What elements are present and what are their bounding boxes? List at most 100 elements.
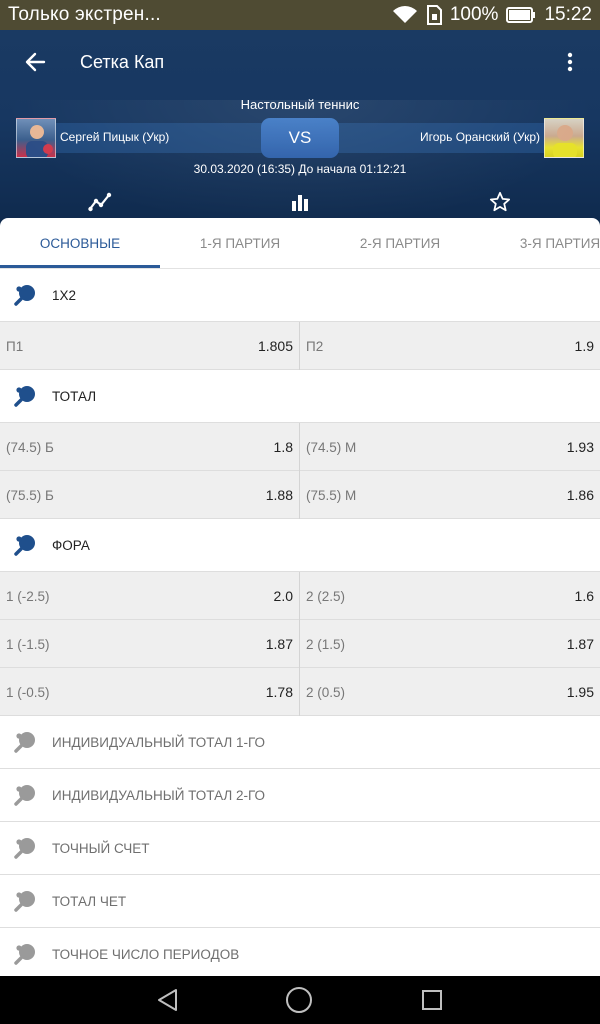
nav-back-icon[interactable]	[154, 986, 182, 1014]
player1-name: Сергей Пицык (Укр)	[60, 130, 170, 144]
battery-icon	[506, 6, 536, 24]
ping-pong-icon	[0, 769, 52, 822]
market-title: ТОТАЛ ЧЕТ	[52, 893, 127, 909]
more-options-button[interactable]	[558, 50, 582, 74]
market-header-total[interactable]: ТОТАЛ	[0, 370, 600, 423]
odds-value: 1.6	[574, 588, 594, 604]
match-datetime: 30.03.2020 (16:35) До начала 01:12:21	[193, 162, 407, 176]
odds-row: (74.5) Б 1.8 (74.5) М 1.93	[0, 423, 600, 471]
odds-value: 1.78	[265, 684, 293, 700]
odds-value: 2.0	[273, 588, 293, 604]
odds-row: 1 (-1.5) 1.87 2 (1.5) 1.87	[0, 620, 600, 668]
sim-card-icon	[426, 5, 442, 25]
market-title: 1X2	[52, 287, 77, 303]
odds-value: 1.95	[566, 684, 594, 700]
tab-main[interactable]: ОСНОВНЫЕ	[0, 218, 160, 269]
market-title: ТОЧНОЕ ЧИСЛО ПЕРИОДОВ	[52, 946, 240, 962]
vs-badge: VS	[261, 118, 339, 158]
odds-cell[interactable]: 1 (-1.5) 1.87	[0, 620, 300, 668]
status-icons: 100% 15:22	[392, 4, 592, 26]
markets-card: ОСНОВНЫЕ 1-Я ПАРТИЯ 2-Я ПАРТИЯ 3-Я ПАРТИ…	[0, 218, 600, 976]
odds-label: 1 (-1.5)	[6, 636, 50, 652]
more-vert-icon	[567, 52, 573, 72]
ping-pong-icon	[0, 370, 52, 423]
ping-pong-icon	[0, 716, 52, 769]
tab-bar: ОСНОВНЫЕ 1-Я ПАРТИЯ 2-Я ПАРТИЯ 3-Я ПАРТИ…	[0, 218, 600, 269]
odds-cell[interactable]: 2 (2.5) 1.6	[300, 572, 600, 620]
battery-percent: 100%	[449, 4, 499, 25]
odds-cell[interactable]: 1 (-2.5) 2.0	[0, 572, 300, 620]
odds-row: П1 1.805 П2 1.9	[0, 322, 600, 370]
odds-label: 1 (-0.5)	[6, 684, 50, 700]
player2-name: Игорь Оранский (Укр)	[420, 130, 540, 144]
ping-pong-icon	[0, 822, 52, 875]
player2-avatar	[544, 118, 584, 158]
odds-label: (74.5) М	[306, 439, 357, 455]
odds-cell[interactable]: (74.5) Б 1.8	[0, 423, 300, 471]
match-header: Сетка Кап Настольный теннис Сергей Пицык…	[0, 30, 600, 226]
odds-label: 2 (2.5)	[306, 588, 346, 604]
odds-cell[interactable]: (75.5) М 1.86	[300, 471, 600, 519]
line-chart-icon[interactable]	[86, 188, 114, 216]
market-title: ТОЧНЫЙ СЧЕТ	[52, 840, 150, 856]
system-nav-bar	[0, 976, 600, 1024]
odds-label: (75.5) М	[306, 487, 357, 503]
market-header-handicap[interactable]: ФОРА	[0, 519, 600, 572]
odds-label: 2 (0.5)	[306, 684, 346, 700]
odds-value: 1.93	[566, 439, 594, 455]
back-button[interactable]	[0, 30, 70, 94]
player1-avatar	[16, 118, 56, 158]
odds-cell[interactable]: (75.5) Б 1.88	[0, 471, 300, 519]
header-actions	[0, 188, 600, 216]
ping-pong-icon	[0, 875, 52, 928]
market-title: ТОТАЛ	[52, 388, 97, 404]
tab-game-1[interactable]: 1-Я ПАРТИЯ	[160, 218, 320, 269]
page-title: Сетка Кап	[80, 51, 165, 72]
notification-text: Только экстрен...	[8, 4, 161, 25]
ping-pong-icon	[0, 928, 52, 977]
odds-cell[interactable]: 1 (-0.5) 1.78	[0, 668, 300, 716]
odds-value: 1.86	[566, 487, 594, 503]
market-title: ФОРА	[52, 537, 90, 553]
odds-cell[interactable]: П2 1.9	[300, 322, 600, 370]
app-bar: Сетка Кап	[0, 30, 600, 94]
market-header-individual-total-1[interactable]: ИНДИВИДУАЛЬНЫЙ ТОТАЛ 1-ГО	[0, 716, 600, 769]
odds-label: 1 (-2.5)	[6, 588, 50, 604]
clock: 15:22	[544, 4, 592, 25]
odds-cell[interactable]: 2 (0.5) 1.95	[300, 668, 600, 716]
status-bar: Только экстрен... 100% 15:22	[0, 0, 600, 30]
market-header-exact-score[interactable]: ТОЧНЫЙ СЧЕТ	[0, 822, 600, 875]
odds-value: 1.805	[257, 338, 293, 354]
odds-cell[interactable]: (74.5) М 1.93	[300, 423, 600, 471]
market-header-1x2[interactable]: 1X2	[0, 269, 600, 322]
star-icon[interactable]	[486, 188, 514, 216]
nav-recents-icon[interactable]	[418, 986, 446, 1014]
odds-value: 1.87	[265, 636, 293, 652]
odds-value: 1.88	[265, 487, 293, 503]
tab-indicator	[0, 265, 160, 268]
tab-game-3[interactable]: 3-Я ПАРТИЯ	[480, 218, 600, 269]
odds-label: (74.5) Б	[6, 439, 54, 455]
market-header-exact-periods[interactable]: ТОЧНОЕ ЧИСЛО ПЕРИОДОВ	[0, 928, 600, 976]
market-title: ИНДИВИДУАЛЬНЫЙ ТОТАЛ 2-ГО	[52, 787, 266, 803]
market-header-individual-total-2[interactable]: ИНДИВИДУАЛЬНЫЙ ТОТАЛ 2-ГО	[0, 769, 600, 822]
odds-row: 1 (-0.5) 1.78 2 (0.5) 1.95	[0, 668, 600, 716]
market-title: ИНДИВИДУАЛЬНЫЙ ТОТАЛ 1-ГО	[52, 734, 266, 750]
market-header-total-even[interactable]: ТОТАЛ ЧЕТ	[0, 875, 600, 928]
odds-label: 2 (1.5)	[306, 636, 346, 652]
odds-cell[interactable]: П1 1.805	[0, 322, 300, 370]
sport-name: Настольный теннис	[240, 97, 360, 112]
players-row: Сергей Пицык (Укр) Игорь Оранский (Укр) …	[16, 118, 584, 158]
odds-label: П1	[6, 338, 24, 354]
wifi-icon	[392, 5, 418, 25]
odds-value: 1.8	[273, 439, 293, 455]
ping-pong-icon	[0, 269, 52, 322]
odds-cell[interactable]: 2 (1.5) 1.87	[300, 620, 600, 668]
odds-row: 1 (-2.5) 2.0 2 (2.5) 1.6	[0, 572, 600, 620]
nav-home-icon[interactable]	[285, 986, 313, 1014]
bar-chart-icon[interactable]	[286, 188, 314, 216]
odds-value: 1.9	[574, 338, 594, 354]
tab-game-2[interactable]: 2-Я ПАРТИЯ	[320, 218, 480, 269]
odds-label: (75.5) Б	[6, 487, 54, 503]
back-arrow-icon	[25, 52, 46, 72]
